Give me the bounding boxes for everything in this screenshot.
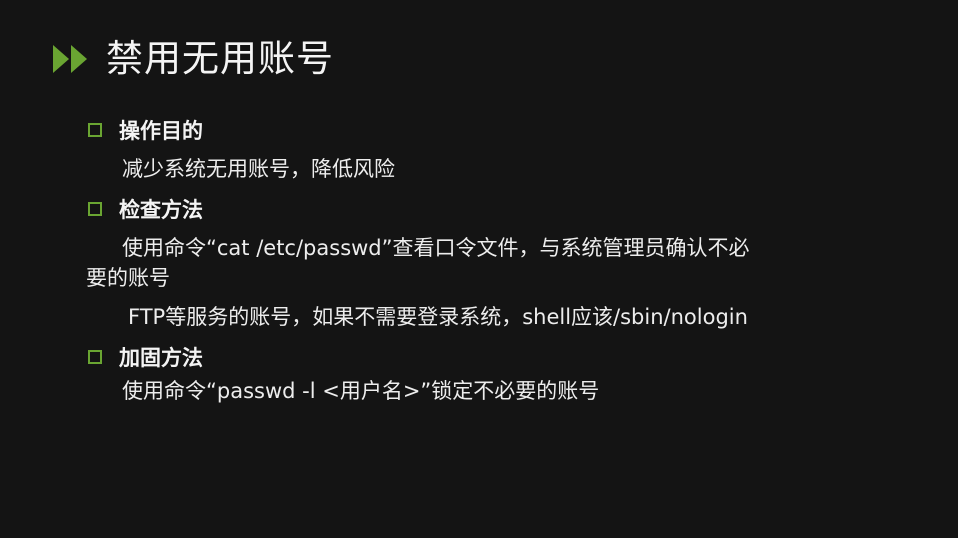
section-heading-purpose: 操作目的 <box>88 115 203 145</box>
square-bullet-icon <box>88 123 102 137</box>
section-heading-check-method: 检查方法 <box>88 194 203 224</box>
square-bullet-icon <box>88 350 102 364</box>
section-body-line: FTP等服务的账号，如果不需要登录系统，shell应该/sbin/nologin <box>128 305 748 329</box>
section-body-line: 使用命令“passwd -l <用户名>”锁定不必要的账号 <box>122 379 600 403</box>
section-body-line: 减少系统无用账号，降低风险 <box>122 157 395 181</box>
section-body-line: 要的账号 <box>86 266 170 290</box>
slide: 禁用无用账号 操作目的 减少系统无用账号，降低风险 检查方法 使用命令“cat … <box>0 0 958 538</box>
section-heading-label: 检查方法 <box>119 198 203 222</box>
section-heading-hardening-method: 加固方法 <box>88 342 203 372</box>
slide-title: 禁用无用账号 <box>106 37 334 80</box>
square-bullet-icon <box>88 202 102 216</box>
section-body-line: 使用命令“cat /etc/passwd”查看口令文件，与系统管理员确认不必 <box>122 236 750 260</box>
section-heading-label: 加固方法 <box>119 346 203 370</box>
double-chevron-right-icon <box>53 45 87 73</box>
section-heading-label: 操作目的 <box>119 119 203 143</box>
